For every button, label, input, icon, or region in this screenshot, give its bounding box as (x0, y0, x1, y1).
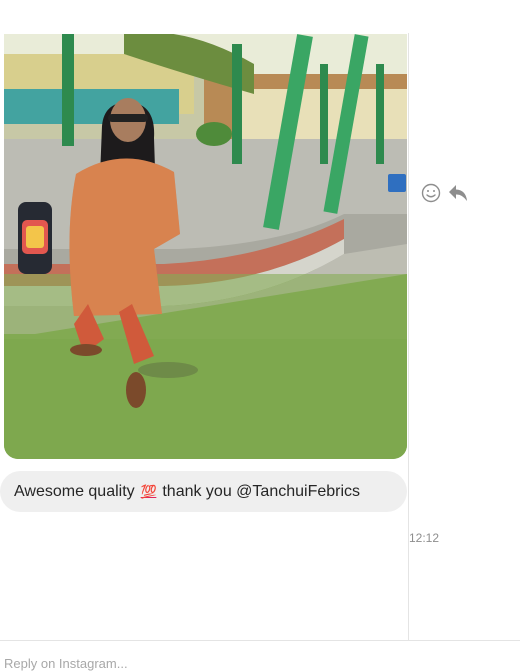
reply-arrow-icon[interactable] (448, 184, 468, 202)
composer-divider (0, 640, 520, 641)
react-smiley-icon[interactable] (421, 183, 441, 203)
message-text-part-2: thank you @TanchuiFebrics (162, 482, 361, 500)
message-timestamp: 12:12 (409, 531, 440, 545)
shared-photo-message[interactable] (4, 34, 407, 459)
thread-right-divider (408, 33, 409, 640)
photo-image (4, 34, 407, 459)
hundred-points-emoji-icon: 💯 (140, 483, 157, 499)
text-message-bubble[interactable]: Awesome quality 💯 thank you @TanchuiFebr… (0, 471, 407, 512)
message-text-part-1: Awesome quality (14, 482, 135, 500)
reply-input[interactable] (4, 656, 304, 671)
